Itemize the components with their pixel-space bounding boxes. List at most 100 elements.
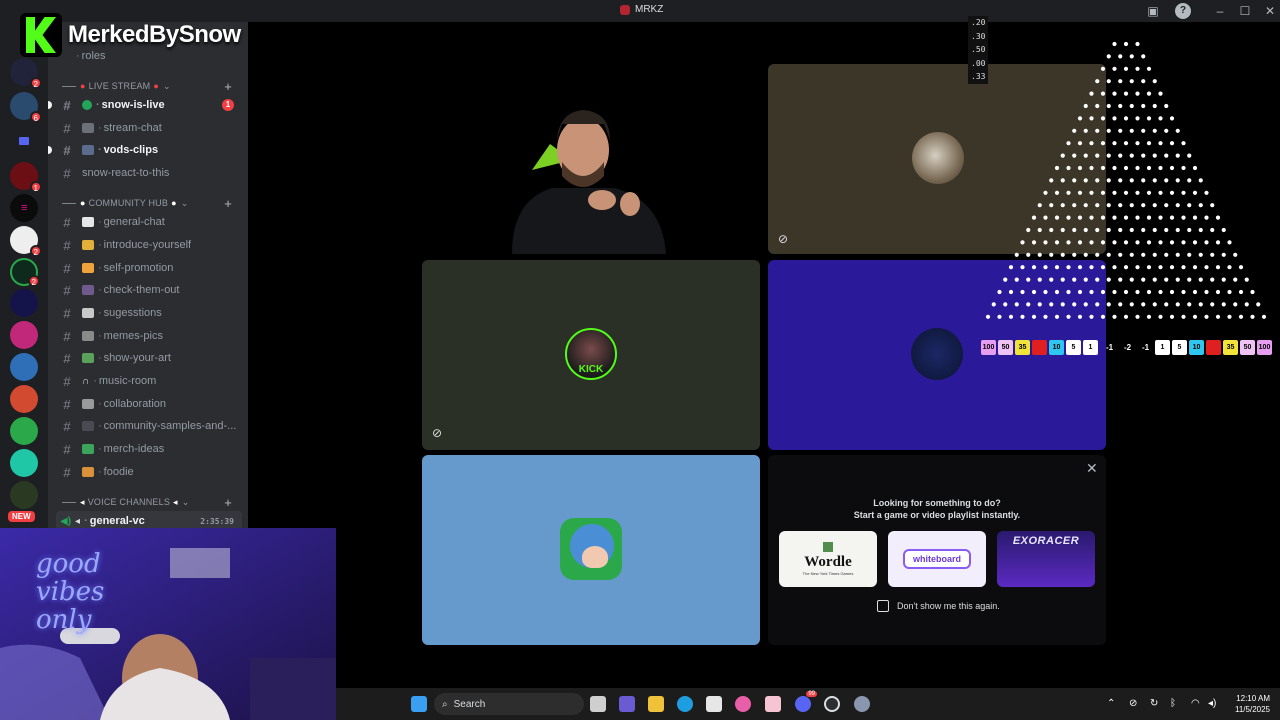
bluetooth-icon[interactable]: ᛒ: [1170, 698, 1176, 709]
channel-snow-is-live[interactable]: # · snow-is-live 1: [48, 95, 242, 115]
channel-general-chat[interactable]: # · general-chat: [56, 212, 242, 232]
plinko-peg: [1187, 178, 1192, 183]
channel-stream-chat[interactable]: # · stream-chat: [56, 118, 242, 138]
chevron-up-icon[interactable]: ⌃: [1107, 698, 1115, 709]
server-icon[interactable]: [10, 321, 38, 349]
speech-bubble-icon: ●: [171, 198, 177, 208]
plinko-slot-right: 10: [1189, 340, 1204, 355]
volume-icon[interactable]: ◂): [1208, 698, 1216, 709]
category-live-stream[interactable]: ● LIVE STREAM ● ⌄ +: [62, 78, 242, 94]
hash-icon: #: [63, 418, 71, 434]
file-explorer-icon[interactable]: [648, 696, 664, 712]
plinko-peg: [1037, 252, 1042, 257]
server-icon[interactable]: 2: [10, 58, 42, 89]
channel-self-promotion[interactable]: # · self-promotion: [56, 258, 242, 278]
channel-merch-ideas[interactable]: # · merch-ideas: [56, 439, 242, 459]
wifi-icon[interactable]: ◠: [1191, 698, 1200, 709]
close-icon[interactable]: ✕: [1086, 460, 1098, 477]
network-off-icon[interactable]: ⊘: [1129, 698, 1137, 709]
category-community-hub[interactable]: ● COMMUNITY HUB ● ⌄ +: [62, 195, 242, 211]
activity-card-exoracer[interactable]: EXORACER: [997, 531, 1095, 587]
edge-icon[interactable]: [677, 696, 693, 712]
plinko-peg: [1215, 240, 1221, 245]
sync-icon[interactable]: ↻: [1150, 698, 1158, 709]
copilot-icon[interactable]: [735, 696, 751, 712]
server-icon[interactable]: [10, 385, 38, 413]
checkbox[interactable]: [877, 600, 889, 612]
store-icon[interactable]: [706, 696, 722, 712]
server-icon[interactable]: [10, 289, 38, 317]
plinko-peg: [997, 289, 1002, 295]
plinko-peg: [1221, 227, 1226, 233]
speaker-icon: ◀): [60, 515, 72, 527]
taskbar-clock[interactable]: 12:10 AM 11/5/2025: [1226, 693, 1270, 715]
channel-music-room[interactable]: # ∩ · music-room: [56, 371, 242, 391]
plinko-peg: [1083, 277, 1088, 282]
discord-icon[interactable]: 99: [795, 691, 817, 712]
plinko-peg: [1198, 227, 1203, 233]
folder-icon[interactable]: [10, 128, 38, 156]
channel-sugesstions[interactable]: # · sugesstions: [56, 303, 242, 323]
add-channel-icon[interactable]: +: [224, 495, 232, 510]
server-icon[interactable]: 2: [10, 226, 42, 257]
teams-icon[interactable]: [619, 696, 635, 712]
camera-emoji-icon: [82, 145, 94, 155]
server-icon[interactable]: 6: [10, 92, 42, 123]
plinko-peg: [1112, 265, 1117, 270]
plinko-peg: [1014, 277, 1019, 282]
channel-foodie[interactable]: # · foodie: [56, 462, 242, 482]
channel-name: stream-chat: [103, 122, 162, 134]
windows-start-icon[interactable]: [411, 696, 427, 712]
server-icon[interactable]: 2: [10, 258, 40, 287]
channel-name: snow-react-to-this: [82, 167, 170, 179]
main-webcam[interactable]: [492, 100, 674, 254]
server-icon[interactable]: [10, 417, 38, 445]
plinko-peg: [1152, 302, 1157, 307]
plinko-peg: [1204, 240, 1209, 245]
server-icon[interactable]: ≡: [10, 194, 38, 222]
plinko-peg: [1083, 227, 1088, 233]
plinko-peg: [1164, 153, 1169, 158]
settings-icon[interactable]: [854, 696, 870, 712]
plinko-peg: [1244, 277, 1249, 282]
server-icon[interactable]: [10, 449, 38, 477]
channel-community-samples[interactable]: # · community-samples-and-...: [56, 416, 242, 436]
plinko-peg: [1233, 302, 1238, 307]
server-icon[interactable]: [10, 481, 38, 509]
activity-card-wordle[interactable]: Wordle The New York Times Games: [779, 531, 877, 587]
taskbar-search[interactable]: ⌕ Search: [434, 693, 584, 715]
plinko-peg: [1158, 215, 1163, 220]
plinko-peg: [1169, 116, 1175, 121]
plinko-peg: [1066, 190, 1071, 195]
channel-check-them-out[interactable]: # · check-them-out: [56, 280, 242, 300]
chevron-down-icon: ⌄: [180, 197, 189, 208]
channel-memes-pics[interactable]: # · memes-pics: [56, 326, 242, 346]
channel-introduce-yourself[interactable]: # · introduce-yourself: [56, 235, 242, 255]
channel-vods-clips[interactable]: # · vods-clips: [48, 140, 242, 160]
plinko-peg: [1233, 277, 1238, 282]
add-channel-icon[interactable]: +: [224, 196, 232, 211]
plinko-peg: [1031, 289, 1037, 295]
plinko-peg: [1060, 302, 1065, 307]
channel-collaboration[interactable]: # · collaboration: [56, 394, 242, 414]
obs-icon[interactable]: [824, 696, 840, 712]
plinko-peg: [1152, 203, 1157, 208]
app-icon[interactable]: [765, 696, 781, 712]
channel-snow-react[interactable]: # snow-react-to-this: [56, 163, 242, 183]
server-icon[interactable]: [10, 353, 38, 381]
dont-show-option[interactable]: Don't show me this again.: [877, 600, 1000, 612]
server-icon[interactable]: 1: [10, 162, 42, 193]
plinko-peg: [1192, 165, 1198, 171]
add-channel-icon[interactable]: +: [224, 79, 232, 94]
participant-tile[interactable]: KICK ⊘: [422, 260, 760, 450]
plinko-peg: [1020, 314, 1025, 319]
category-voice-channels[interactable]: ◂ VOICE CHANNELS ◂ ⌄ +: [62, 494, 242, 510]
plinko-slot-right: 35: [1223, 340, 1238, 355]
participant-tile[interactable]: [422, 455, 760, 645]
plinko-peg: [985, 314, 991, 319]
activity-card-whiteboard[interactable]: whiteboard: [888, 531, 986, 587]
task-view-icon[interactable]: [590, 696, 606, 712]
plinko-peg: [1083, 153, 1088, 158]
channel-show-your-art[interactable]: # · show-your-art: [56, 348, 242, 368]
plinko-peg: [1054, 314, 1060, 319]
